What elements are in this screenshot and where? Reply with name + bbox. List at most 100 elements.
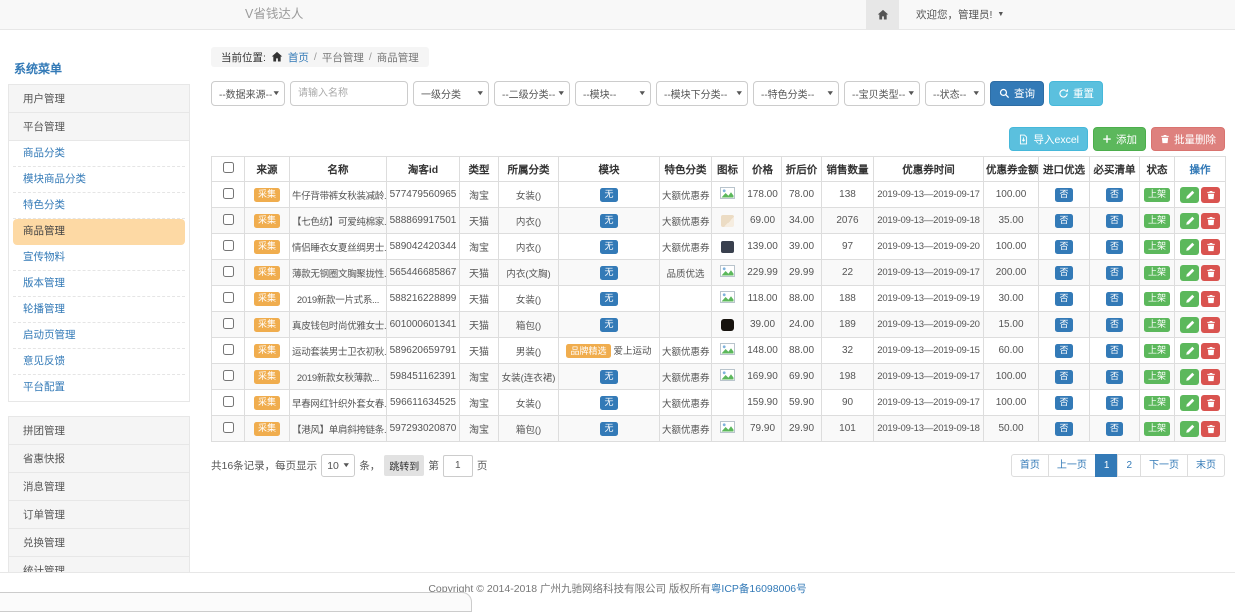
page-button[interactable]: 上一页 xyxy=(1048,454,1096,477)
must-buy-badge[interactable]: 否 xyxy=(1106,318,1123,332)
row-checkbox[interactable] xyxy=(223,188,234,199)
filter-select[interactable]: --特色分类--▼ xyxy=(753,81,839,106)
sidebar-subitem[interactable]: 宣传物料 xyxy=(13,245,185,271)
must-buy-badge[interactable]: 否 xyxy=(1106,396,1123,410)
batch-delete-button[interactable]: 批量删除 xyxy=(1151,127,1225,151)
status-badge[interactable]: 上架 xyxy=(1144,292,1170,306)
status-badge[interactable]: 上架 xyxy=(1144,266,1170,280)
status-badge[interactable]: 上架 xyxy=(1144,214,1170,228)
delete-button[interactable] xyxy=(1201,265,1220,281)
add-button[interactable]: 添加 xyxy=(1093,127,1146,151)
must-buy-badge[interactable]: 否 xyxy=(1106,214,1123,228)
page-button[interactable]: 末页 xyxy=(1187,454,1225,477)
search-button[interactable]: 查询 xyxy=(990,81,1044,106)
sidebar-item[interactable]: 消息管理 xyxy=(8,472,190,501)
sidebar-subitem[interactable]: 商品分类 xyxy=(13,141,185,167)
sidebar-subitem[interactable]: 特色分类 xyxy=(13,193,185,219)
row-checkbox[interactable] xyxy=(223,318,234,329)
name-search-input[interactable] xyxy=(290,81,408,106)
import-select-badge[interactable]: 否 xyxy=(1055,370,1072,384)
delete-button[interactable] xyxy=(1201,317,1220,333)
delete-button[interactable] xyxy=(1201,291,1220,307)
edit-button[interactable] xyxy=(1180,187,1199,203)
edit-button[interactable] xyxy=(1180,343,1199,359)
breadcrumb-home-link[interactable]: 首页 xyxy=(288,50,309,65)
icp-link[interactable]: 粤ICP备16098006号 xyxy=(711,583,807,595)
page-button[interactable]: 下一页 xyxy=(1140,454,1188,477)
status-badge[interactable]: 上架 xyxy=(1144,396,1170,410)
delete-button[interactable] xyxy=(1201,395,1220,411)
status-badge[interactable]: 上架 xyxy=(1144,240,1170,254)
sidebar-item[interactable]: 拼团管理 xyxy=(8,416,190,445)
import-select-badge[interactable]: 否 xyxy=(1055,240,1072,254)
sidebar-item[interactable]: 平台管理 xyxy=(8,112,190,141)
filter-select[interactable]: --模块下分类--▼ xyxy=(656,81,748,106)
row-checkbox[interactable] xyxy=(223,422,234,433)
must-buy-badge[interactable]: 否 xyxy=(1106,266,1123,280)
delete-button[interactable] xyxy=(1201,239,1220,255)
edit-button[interactable] xyxy=(1180,317,1199,333)
must-buy-badge[interactable]: 否 xyxy=(1106,292,1123,306)
status-badge[interactable]: 上架 xyxy=(1144,370,1170,384)
sidebar-item[interactable]: 兑换管理 xyxy=(8,528,190,557)
page-button[interactable]: 2 xyxy=(1117,454,1141,477)
sidebar-subitem[interactable]: 轮播管理 xyxy=(13,297,185,323)
must-buy-badge[interactable]: 否 xyxy=(1106,240,1123,254)
import-select-badge[interactable]: 否 xyxy=(1055,266,1072,280)
row-checkbox[interactable] xyxy=(223,292,234,303)
filter-select[interactable]: --宝贝类型--▼ xyxy=(844,81,920,106)
import-excel-button[interactable]: 导入excel xyxy=(1009,127,1088,151)
row-checkbox[interactable] xyxy=(223,370,234,381)
per-page-select[interactable]: 10▼ xyxy=(321,454,355,477)
filter-select[interactable]: --状态--▼ xyxy=(925,81,985,106)
delete-button[interactable] xyxy=(1201,187,1220,203)
delete-button[interactable] xyxy=(1201,369,1220,385)
delete-button[interactable] xyxy=(1201,343,1220,359)
status-badge[interactable]: 上架 xyxy=(1144,318,1170,332)
user-menu[interactable]: 欢迎您，管理员!▼ xyxy=(916,7,1004,22)
row-checkbox[interactable] xyxy=(223,240,234,251)
import-select-badge[interactable]: 否 xyxy=(1055,318,1072,332)
edit-button[interactable] xyxy=(1180,213,1199,229)
page-number-input[interactable] xyxy=(443,455,473,477)
sidebar-subitem[interactable]: 版本管理 xyxy=(13,271,185,297)
import-select-badge[interactable]: 否 xyxy=(1055,422,1072,436)
import-select-badge[interactable]: 否 xyxy=(1055,214,1072,228)
filter-select[interactable]: --模块--▼ xyxy=(575,81,651,106)
sidebar-item[interactable]: 用户管理 xyxy=(8,84,190,113)
row-checkbox[interactable] xyxy=(223,396,234,407)
filter-select[interactable]: 一级分类▼ xyxy=(413,81,489,106)
page-button[interactable]: 1 xyxy=(1095,454,1119,477)
import-select-badge[interactable]: 否 xyxy=(1055,292,1072,306)
sidebar-subitem[interactable]: 商品管理 xyxy=(13,219,185,245)
sidebar-subitem[interactable]: 意见反馈 xyxy=(13,349,185,375)
sidebar-item[interactable]: 订单管理 xyxy=(8,500,190,529)
select-all-checkbox[interactable] xyxy=(223,162,234,173)
status-badge[interactable]: 上架 xyxy=(1144,422,1170,436)
filter-select[interactable]: --数据来源--▼ xyxy=(211,81,285,106)
edit-button[interactable] xyxy=(1180,395,1199,411)
delete-button[interactable] xyxy=(1201,421,1220,437)
must-buy-badge[interactable]: 否 xyxy=(1106,344,1123,358)
edit-button[interactable] xyxy=(1180,265,1199,281)
row-checkbox[interactable] xyxy=(223,266,234,277)
delete-button[interactable] xyxy=(1201,213,1220,229)
status-badge[interactable]: 上架 xyxy=(1144,188,1170,202)
must-buy-badge[interactable]: 否 xyxy=(1106,188,1123,202)
edit-button[interactable] xyxy=(1180,239,1199,255)
sidebar-subitem[interactable]: 平台配置 xyxy=(13,375,185,401)
filter-select[interactable]: --二级分类--▼ xyxy=(494,81,570,106)
row-checkbox[interactable] xyxy=(223,214,234,225)
import-select-badge[interactable]: 否 xyxy=(1055,344,1072,358)
reset-button[interactable]: 重置 xyxy=(1049,81,1103,106)
edit-button[interactable] xyxy=(1180,369,1199,385)
page-button[interactable]: 首页 xyxy=(1011,454,1049,477)
import-select-badge[interactable]: 否 xyxy=(1055,188,1072,202)
edit-button[interactable] xyxy=(1180,291,1199,307)
must-buy-badge[interactable]: 否 xyxy=(1106,370,1123,384)
sidebar-item[interactable]: 省惠快报 xyxy=(8,444,190,473)
edit-button[interactable] xyxy=(1180,421,1199,437)
home-button[interactable] xyxy=(866,0,899,29)
must-buy-badge[interactable]: 否 xyxy=(1106,422,1123,436)
sidebar-subitem[interactable]: 模块商品分类 xyxy=(13,167,185,193)
